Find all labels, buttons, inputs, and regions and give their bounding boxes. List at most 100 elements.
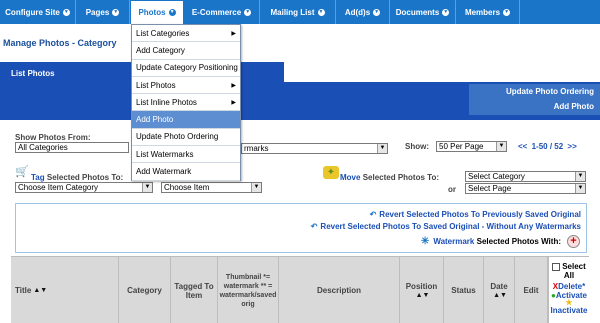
chevron-down-icon: ▼ [244,8,252,16]
move-page-value: Select Page [468,184,512,193]
sort-date-icon[interactable]: ▲▼ [493,291,507,300]
tag-label-rest: Selected Photos To: [46,173,124,182]
watermark-prefix: Watermark [433,237,475,246]
menu-item-list-categories[interactable]: List Categories ▶ [132,25,240,43]
show-photos-from-value: All Categories [18,143,68,152]
col-position-label: Position [405,281,438,291]
move-category-select[interactable]: Select Category ▼ [465,171,586,182]
watermark-rest: Selected Photos With: [476,237,561,246]
delete-label: Delete* [558,282,586,291]
tag-label: Tag Selected Photos To: [31,173,123,182]
nav-e-commerce[interactable]: E-Commerce ▼ [184,0,260,24]
undo-icon: ↶ [369,210,377,219]
chevron-down-icon: ▼ [142,183,152,192]
menu-item-add-category[interactable]: Add Category [132,42,240,60]
page-title: Manage Photos - Category [3,38,117,48]
photos-dropdown-menu: List Categories ▶ Add Category Update Categ… [131,24,241,181]
pager: << 1-50 / 52 >> [518,142,577,151]
nav-configure-site[interactable]: Configure Site ▼ [0,0,76,24]
move-icon: ✦ [323,166,339,179]
menu-item-label: Add Photo [136,115,174,125]
menu-item-list-watermarks[interactable]: List Watermarks [132,146,240,164]
move-category-value: Select Category [468,172,525,181]
watermark-icon: ✳ [420,236,430,247]
menu-item-update-category-positioning[interactable]: Update Category Positioning [132,60,240,77]
watermark-line: ✳ Watermark Selected Photos With: + [421,235,580,248]
table-header: Title ▲▼ Category Tagged To Item Thumbnai… [11,256,589,323]
nav-label: E-Commerce [191,7,242,17]
tag-item-value: Choose Item [164,183,210,192]
col-description: Description [279,257,400,323]
menu-item-list-photos[interactable]: List Photos ▶ [132,77,240,95]
move-label: Move Selected Photos To: [340,173,439,182]
tag-category-select[interactable]: Choose Item Category ▼ [15,182,153,193]
nav-pages[interactable]: Pages ▼ [76,0,130,24]
nav-label: Pages [85,7,110,17]
col-date-label: Date [490,281,508,291]
menu-item-update-photo-ordering[interactable]: Update Photo Ordering [132,129,240,147]
chevron-down-icon: ▼ [442,8,450,16]
per-page-select[interactable]: 50 Per Page ▼ [436,141,507,152]
menu-item-label: List Inline Photos [136,97,197,107]
menu-item-label: Add Watermark [136,167,192,177]
update-photo-ordering-link[interactable]: Update Photo Ordering [469,84,594,99]
sort-title-icon[interactable]: ▲▼ [33,286,47,295]
nav-label: Mailing List [270,7,315,17]
select-all-row: Select All [549,262,589,280]
inactivate-link[interactable]: Inactivate [549,306,589,315]
menu-item-label: Add Category [136,45,185,55]
nav-documents[interactable]: Documents ▼ [390,0,456,24]
sort-position-icon[interactable]: ▲▼ [416,291,430,300]
top-nav: Configure Site ▼ Pages ▼ Photos ▼ E-Commerce ▼ M… [0,0,600,24]
chevron-down-icon: ▼ [168,9,176,16]
chevron-down-icon: ▼ [62,8,70,16]
show-photos-from-select[interactable]: All Categories [15,142,129,153]
nav-label: Ad(d)s [344,7,371,17]
nav-label: Photos [138,8,166,17]
move-page-select[interactable]: Select Page ▼ [465,183,586,194]
watermarks-filter-select[interactable]: rmarks ▼ [241,143,388,154]
col-title-label: Title [15,286,32,295]
revert-no-watermark-label: Revert Selected Photos To Saved Original… [320,222,581,231]
chevron-down-icon: ▼ [112,8,120,16]
delete-link[interactable]: XDelete* [549,282,589,291]
nav-photos[interactable]: Photos ▼ [130,0,184,24]
pager-text: 1-50 / 52 [531,142,564,151]
revert-original-link[interactable]: ↶ Revert Selected Photos To Previously Sa… [370,210,581,219]
menu-item-add-photo[interactable]: Add Photo [132,111,240,129]
col-tagged: Tagged To Item [171,257,218,323]
move-label-prefix: Move [340,173,361,182]
chevron-right-icon: ▶ [231,99,236,106]
chevron-right-icon: ▶ [231,82,236,89]
revert-no-watermark-link[interactable]: ↶ Revert Selected Photos To Saved Origina… [311,222,581,231]
pager-next[interactable]: >> [567,142,576,151]
chevron-down-icon: ▼ [373,8,381,16]
cart-icon: 🛒 [15,166,29,178]
move-label-rest: Selected Photos To: [362,173,439,182]
nav-ad-d-s[interactable]: Ad(d)s ▼ [336,0,390,24]
menu-item-label: Update Category Positioning [136,63,238,73]
col-date: Date ▲▼ [484,257,515,323]
tag-item-select[interactable]: Choose Item ▼ [161,182,262,193]
per-page-value: 50 Per Page [439,142,484,151]
add-photo-link[interactable]: Add Photo [469,99,594,114]
select-all-checkbox[interactable] [552,262,561,271]
menu-item-label: List Categories [136,28,190,38]
menu-item-list-inline-photos[interactable]: List Inline Photos ▶ [132,94,240,112]
nav-mailing-list[interactable]: Mailing List ▼ [260,0,336,24]
chevron-down-icon: ▼ [496,142,506,151]
pager-prev[interactable]: << [518,142,527,151]
chevron-down-icon: ▼ [575,172,585,181]
col-thumbnail: Thumbnail *= watermark ** = watermark/sa… [218,257,279,323]
nav-members[interactable]: Members ▼ [456,0,520,24]
col-position: Position ▲▼ [400,257,444,323]
col-edit: Edit [515,257,548,323]
right-links: Update Photo Ordering Add Photo [469,84,600,115]
show-label: Show: [405,142,429,151]
add-watermark-button[interactable]: + [567,235,580,248]
undo-icon: ↶ [310,222,318,231]
nav-label: Members [464,7,501,17]
nav-label: Documents [395,7,440,17]
menu-item-add-watermark[interactable]: Add Watermark [132,163,240,181]
col-status: Status [444,257,484,323]
